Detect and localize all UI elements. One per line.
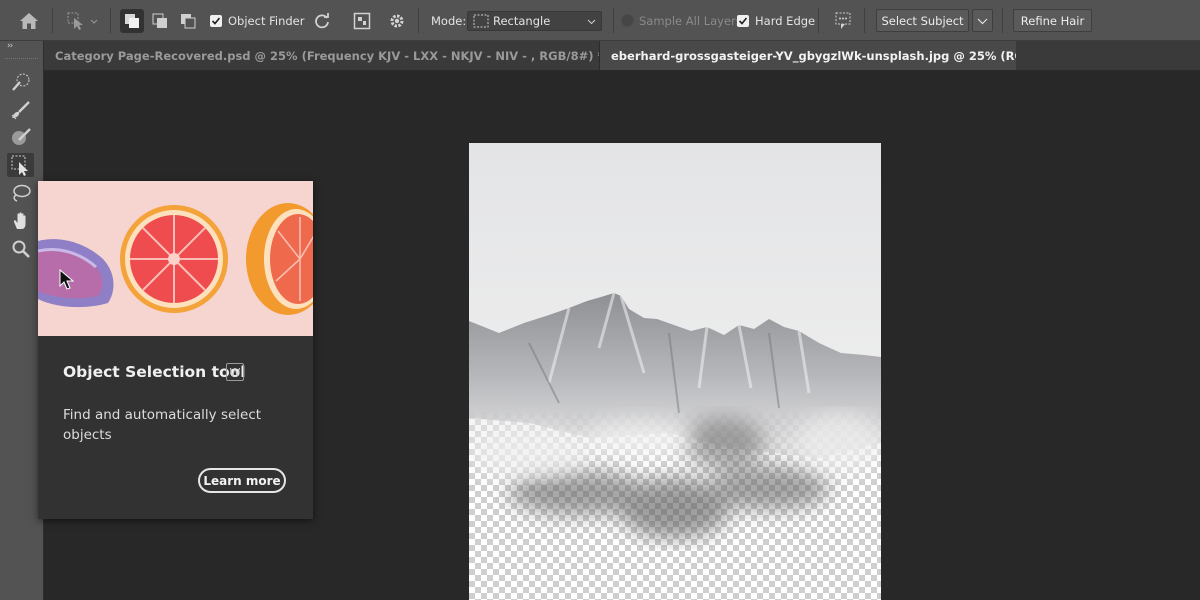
shortcut-badge: W	[226, 363, 244, 381]
document-image[interactable]	[469, 143, 881, 600]
gear-icon[interactable]	[385, 9, 409, 33]
tool-preset-picker[interactable]	[64, 9, 102, 33]
checkmark-icon	[210, 14, 222, 27]
brush-pencil-icon[interactable]	[7, 98, 34, 122]
hand-icon[interactable]	[7, 209, 34, 233]
rectangle-marquee-icon	[473, 14, 489, 28]
object-finder-checkbox[interactable]: Object Finder	[210, 0, 304, 41]
tab-label: Category Page-Recovered.psd @ 25% (Frequ…	[55, 48, 600, 63]
hard-edge-checkbox[interactable]: Hard Edge	[737, 0, 815, 41]
tab-category-page[interactable]: Category Page-Recovered.psd @ 25% (Frequ…	[44, 41, 600, 70]
tooltip-description: Find and automatically select objects	[63, 407, 262, 443]
mouse-cursor-icon	[59, 269, 75, 290]
feedback-icon[interactable]	[831, 9, 855, 33]
chevron-down-icon	[977, 18, 988, 24]
tooltip-illustration	[38, 181, 313, 336]
paint-brush-icon[interactable]	[7, 125, 34, 149]
sample-all-layers-checkbox[interactable]: Sample All Layers	[621, 0, 742, 41]
home-icon[interactable]	[17, 9, 41, 33]
zoom-icon[interactable]	[7, 237, 34, 261]
tool-tooltip-card: Object Selection tool W Find and automat…	[38, 181, 313, 519]
learn-more-button[interactable]: Learn more	[198, 468, 286, 493]
lasso-icon[interactable]	[7, 181, 34, 205]
chevron-down-icon	[587, 19, 596, 25]
hard-edge-label: Hard Edge	[755, 13, 816, 28]
tab-mountain-image[interactable]: eberhard-grossgasteiger-YV_gbygzlWk-unsp…	[600, 41, 1016, 70]
show-all-objects-icon[interactable]	[350, 9, 374, 33]
new-selection-icon[interactable]	[120, 9, 144, 33]
mode-value: Rectangle	[493, 14, 551, 28]
select-subject-button[interactable]: Select Subject	[876, 9, 969, 32]
refine-hair-button[interactable]: Refine Hair	[1013, 9, 1092, 32]
mode-select[interactable]: Rectangle	[467, 11, 602, 31]
panel-grip[interactable]	[5, 58, 38, 61]
tab-label: eberhard-grossgasteiger-YV_gbygzlWk-unsp…	[611, 48, 1016, 63]
mode-label: Mode:	[431, 13, 467, 28]
panel-collapse-icon[interactable]: ››	[7, 41, 13, 51]
disabled-checkbox	[621, 14, 634, 27]
tooltip-title: Object Selection tool	[63, 363, 246, 381]
quick-selection-brush-icon[interactable]	[7, 70, 34, 94]
object-selection-icon[interactable]	[7, 153, 34, 177]
add-to-selection-icon[interactable]	[148, 9, 172, 33]
document-tabs: Category Page-Recovered.psd @ 25% (Frequ…	[44, 41, 1200, 71]
checkmark-icon	[737, 14, 749, 27]
object-finder-label: Object Finder	[228, 13, 305, 28]
sample-all-layers-label: Sample All Layers	[639, 13, 742, 28]
options-bar: Object Finder Mode: Rectangle Sample All…	[0, 0, 1200, 41]
subtract-from-selection-icon[interactable]	[176, 9, 200, 33]
select-subject-dropdown[interactable]	[972, 9, 993, 32]
refresh-icon[interactable]	[310, 9, 334, 33]
